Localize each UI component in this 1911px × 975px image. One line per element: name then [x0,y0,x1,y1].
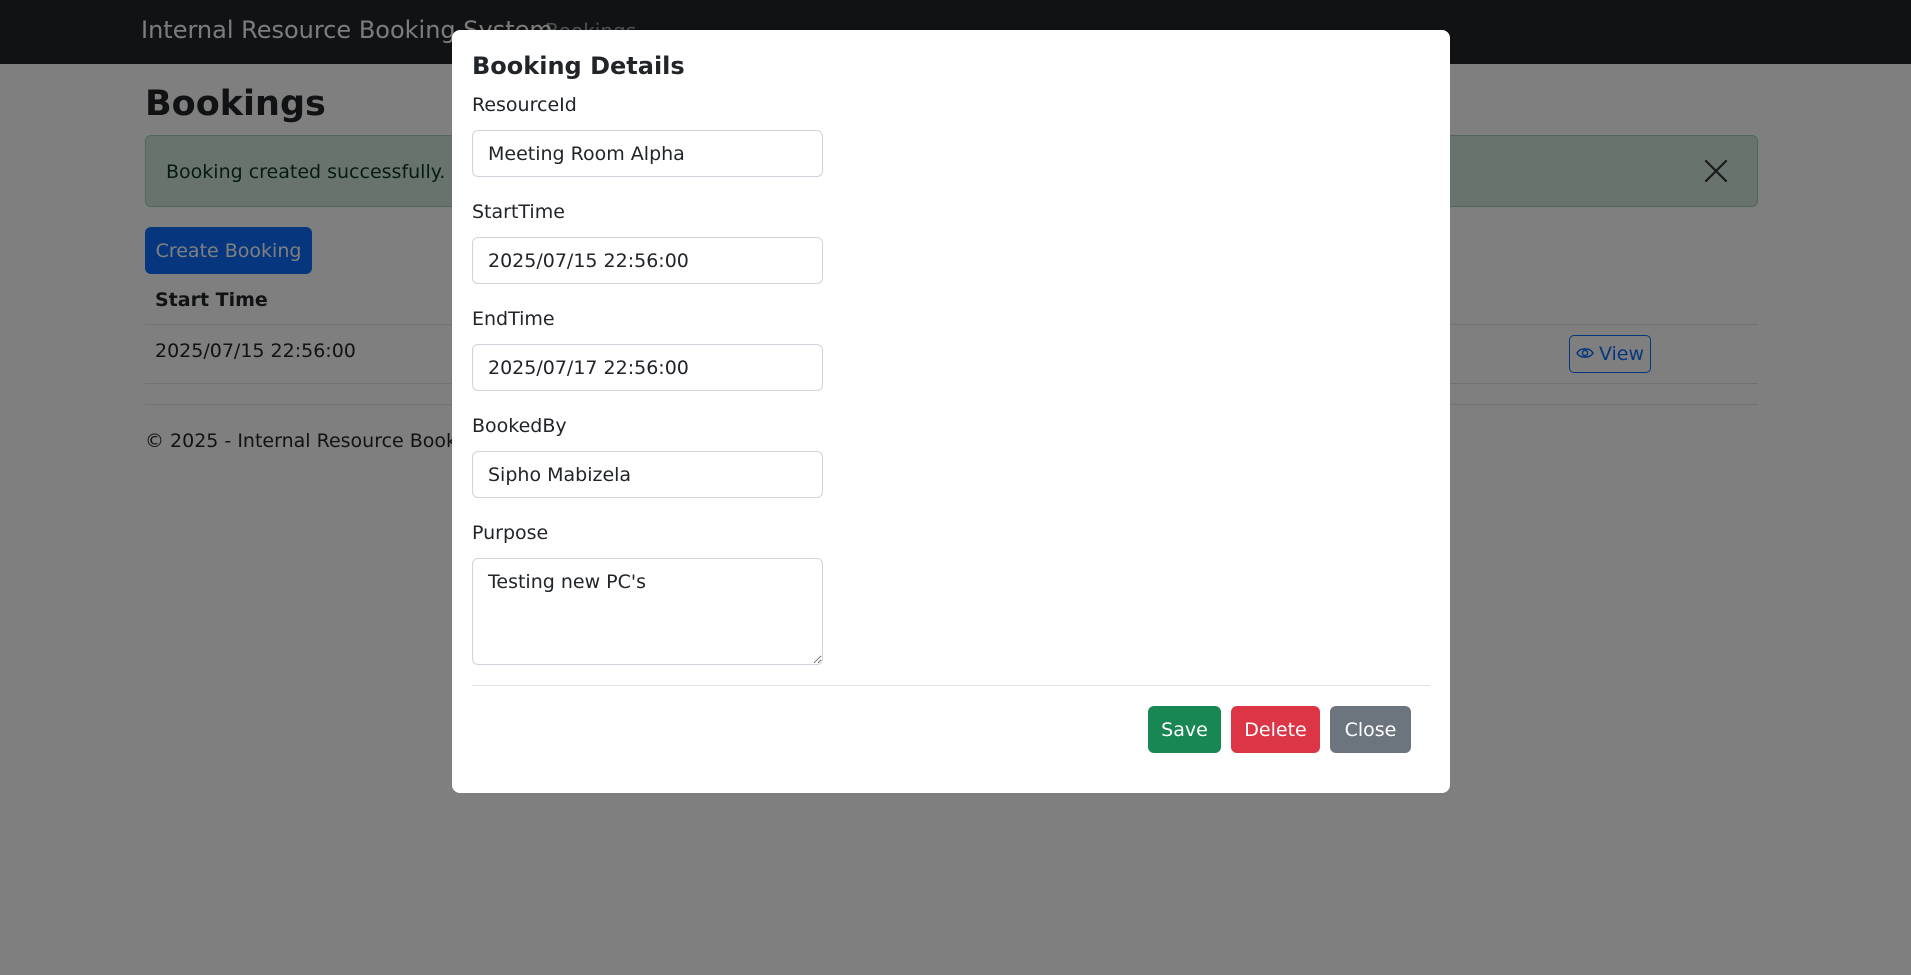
modal-title: Booking Details [472,52,685,80]
end-time-label: EndTime [472,308,555,330]
close-button[interactable]: Close [1330,706,1411,753]
resource-id-field[interactable] [472,130,823,177]
resource-id-label: ResourceId [472,94,577,116]
booked-by-field[interactable] [472,451,823,498]
save-button[interactable]: Save [1148,706,1221,753]
delete-button[interactable]: Delete [1231,706,1320,753]
modal-footer-divider [472,685,1430,686]
purpose-label: Purpose [472,522,549,544]
booking-details-modal: Booking Details ResourceId StartTime End… [452,30,1450,793]
start-time-label: StartTime [472,201,565,223]
end-time-field[interactable] [472,344,823,391]
booked-by-label: BookedBy [472,415,567,437]
purpose-field[interactable]: Testing new PC's [472,558,823,665]
start-time-field[interactable] [472,237,823,284]
